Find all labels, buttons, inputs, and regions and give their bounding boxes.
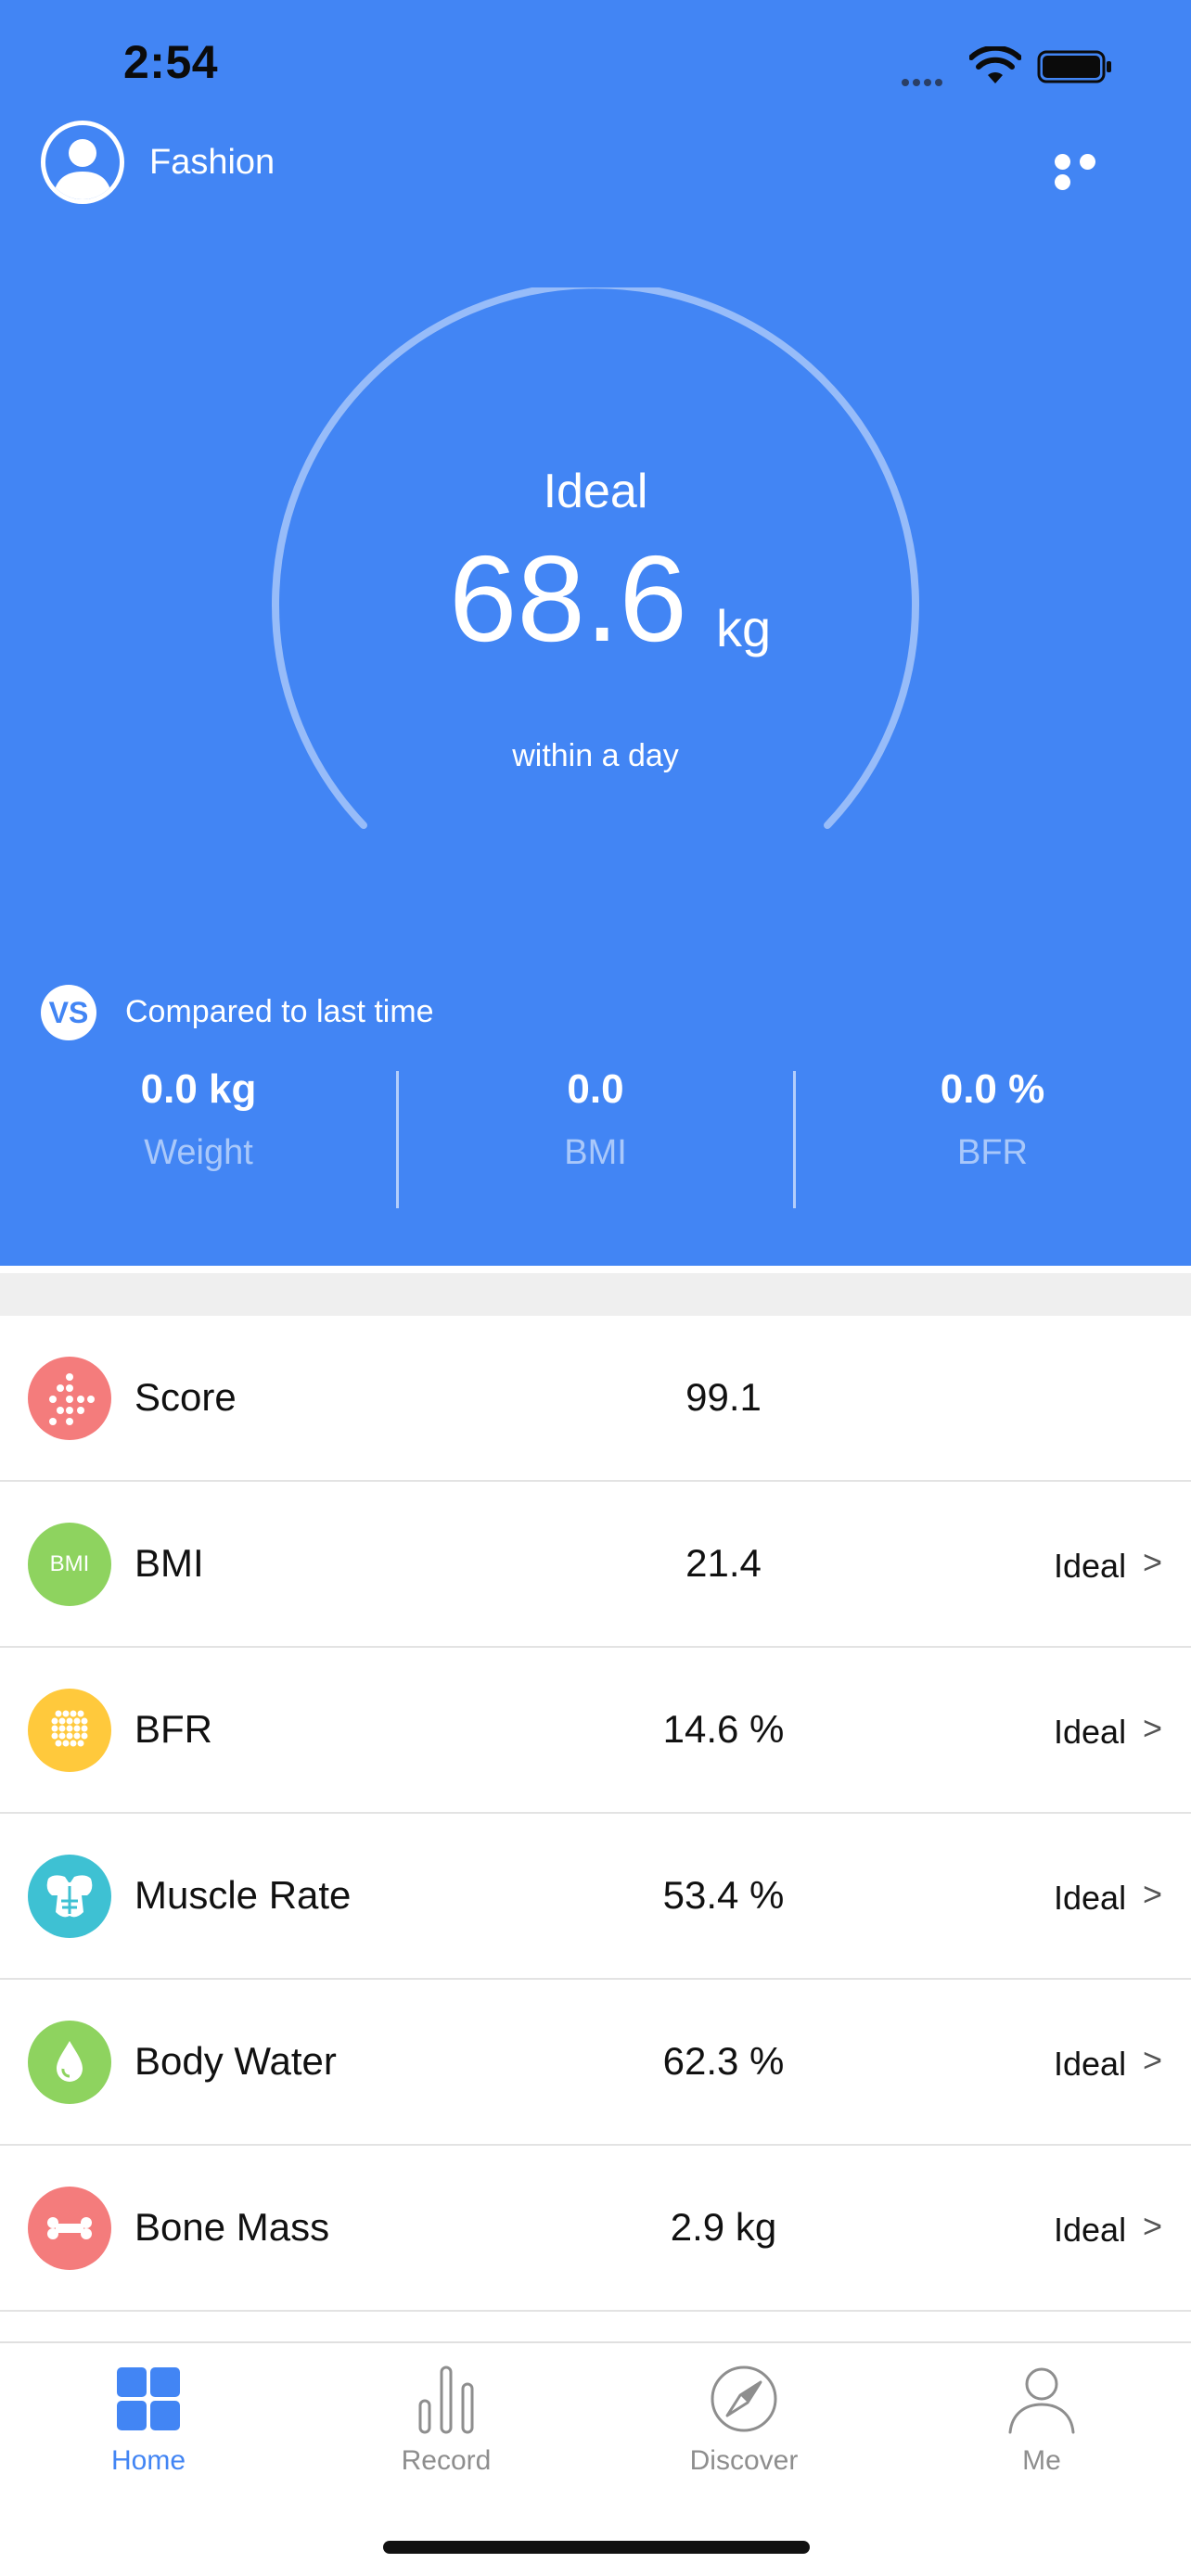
compass-icon <box>711 2366 777 2432</box>
metric-row-bone-mass[interactable]: Bone Mass 2.9 kg Ideal > <box>0 2146 1191 2312</box>
metric-row-score[interactable]: Score 99.1 <box>0 1316 1191 1482</box>
weight-subtitle: within a day <box>512 738 679 773</box>
metric-value: 99.1 <box>685 1375 762 1419</box>
score-dots-icon <box>28 1357 111 1440</box>
compare-label: Compared to last time <box>125 994 434 1029</box>
vs-icon: VS <box>41 985 96 1040</box>
metric-status: Ideal <box>1054 1713 1127 1751</box>
tab-home[interactable]: Home <box>65 2362 232 2477</box>
tab-record[interactable]: Record <box>363 2362 530 2477</box>
compare-bmi-value: 0.0 <box>567 1066 624 1112</box>
metric-status: Ideal <box>1054 2045 1127 2083</box>
metric-status: Ideal <box>1054 1547 1127 1585</box>
compare-weight-label: Weight <box>144 1133 253 1172</box>
chevron-right-icon: > <box>1143 1709 1163 1747</box>
person-icon <box>1008 2367 1075 2434</box>
compare-bfr: 0.0 % BFR <box>794 1066 1191 1173</box>
metric-row-bfr[interactable]: BFR 14.6 % Ideal > <box>0 1648 1191 1814</box>
compare-bmi-label: BMI <box>564 1133 627 1172</box>
home-indicator[interactable] <box>383 2541 810 2554</box>
compare-weight-value: 0.0 kg <box>140 1066 257 1112</box>
fat-cells-icon <box>28 1689 111 1772</box>
metric-name: BFR <box>134 1707 212 1751</box>
home-grid-icon <box>117 2367 180 2430</box>
tab-label: Record <box>401 2445 492 2476</box>
weight-value: 68.6 <box>449 530 687 667</box>
tab-label: Me <box>1022 2445 1061 2476</box>
muscle-icon <box>28 1855 111 1938</box>
metric-name: BMI <box>134 1541 204 1585</box>
tab-me[interactable]: Me <box>958 2362 1125 2477</box>
metric-status: Ideal <box>1054 2211 1127 2249</box>
compare-bfr-value: 0.0 % <box>940 1066 1045 1112</box>
status-bar: 2:54 <box>0 0 1191 130</box>
metric-name: Body Water <box>134 2039 337 2083</box>
compare-bfr-label: BFR <box>957 1133 1028 1172</box>
metric-status: Ideal <box>1054 1879 1127 1917</box>
tab-label: Discover <box>689 2445 799 2476</box>
weight-status: Ideal <box>543 465 648 518</box>
metric-value: 62.3 % <box>662 2039 785 2083</box>
status-time: 2:54 <box>123 36 219 88</box>
metric-name: Muscle Rate <box>134 1873 352 1917</box>
chevron-right-icon: > <box>1143 1875 1163 1913</box>
bmi-icon: BMI <box>28 1523 111 1606</box>
bar-chart-icon <box>418 2366 474 2434</box>
avatar[interactable] <box>41 121 124 204</box>
tab-discover[interactable]: Discover <box>660 2362 827 2477</box>
metric-value: 2.9 kg <box>670 2205 777 2249</box>
section-separator <box>0 1266 1191 1316</box>
more-options-icon[interactable] <box>1055 154 1125 190</box>
metric-value: 14.6 % <box>662 1707 785 1751</box>
compare-bmi: 0.0 BMI <box>397 1066 794 1173</box>
chevron-right-icon: > <box>1143 2041 1163 2079</box>
user-silhouette-icon <box>53 139 112 199</box>
metric-name: Score <box>134 1375 237 1419</box>
metric-row-body-water[interactable]: Body Water 62.3 % Ideal > <box>0 1980 1191 2146</box>
signal-icon <box>902 74 955 86</box>
metric-value: 21.4 <box>685 1541 762 1585</box>
water-drop-icon <box>28 2021 111 2104</box>
metric-value: 53.4 % <box>662 1873 785 1917</box>
metric-name: Bone Mass <box>134 2205 330 2249</box>
tab-label: Home <box>110 2445 186 2476</box>
metric-row-bmi[interactable]: BMI BMI 21.4 Ideal > <box>0 1482 1191 1648</box>
metrics-list: Score 99.1 BMI BMI 21.4 Ideal > BFR 14.6… <box>0 1316 1191 2312</box>
weight-unit: kg <box>716 599 772 657</box>
battery-icon <box>1037 50 1111 83</box>
chevron-right-icon: > <box>1143 1543 1163 1581</box>
compare-weight: 0.0 kg Weight <box>0 1066 397 1173</box>
chevron-right-icon: > <box>1143 2207 1163 2245</box>
wifi-icon <box>969 46 1021 83</box>
metric-row-muscle-rate[interactable]: Muscle Rate 53.4 % Ideal > <box>0 1814 1191 1980</box>
bone-icon <box>28 2187 111 2270</box>
username[interactable]: Fashion <box>149 143 275 183</box>
